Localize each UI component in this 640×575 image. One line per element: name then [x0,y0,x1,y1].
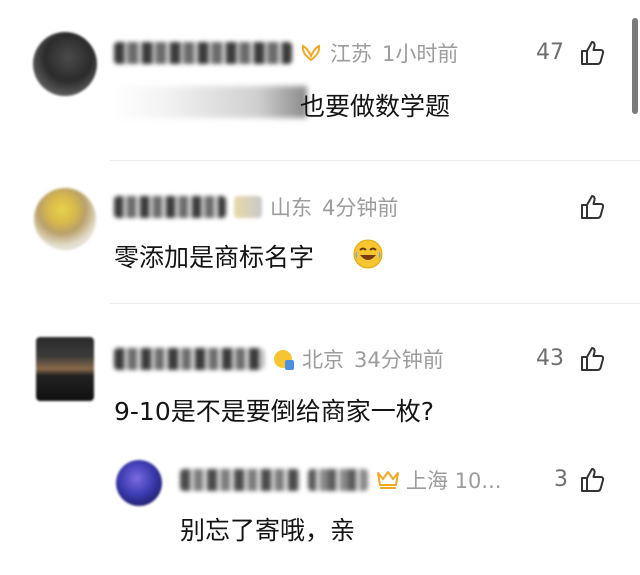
comment-item: 山东 4分钟前 零添加是商标名字 [0,160,640,303]
reply-location: 上海 10... [406,469,502,493]
blurred-username[interactable] [114,348,264,370]
comment-time: 1小时前 [382,42,459,66]
comment-location: 江苏 [330,42,372,66]
comment-item: 北京 34分钟前 43 9-10是不是要倒给商家一枚? 上海 10... 3 别… [0,303,640,575]
reply-item: 上海 10... 3 别忘了寄哦，亲 [0,448,640,575]
blurred-username-extra [308,469,368,491]
comment-meta: 山东 4分钟前 [114,191,398,223]
like-count: 47 [536,40,564,65]
avatar[interactable] [116,460,162,506]
comment-time: 4分钟前 [322,196,399,220]
comment-text: 也要做数学题 [300,92,451,121]
comment-location: 山东 [270,196,312,220]
thumbs-up-icon[interactable] [578,193,606,221]
vip-wings-icon [300,42,322,64]
comment-time: 34分钟前 [354,348,444,372]
scrollbar[interactable] [632,18,638,114]
blurred-username[interactable] [180,469,300,491]
blurred-username[interactable] [114,196,226,218]
comment-text: 零添加是商标名字 [114,243,315,272]
blurred-text-prefix [112,86,307,118]
avatar[interactable] [34,188,96,250]
fan-badge-icon [272,348,294,370]
comment-location: 北京 [302,348,344,372]
reply-meta: 上海 10... [180,464,511,496]
avatar[interactable] [33,32,97,96]
comment-meta: 北京 34分钟前 [114,343,444,375]
like-count: 3 [554,467,568,492]
comment-item: 江苏 1小时前 47 也要做数学题 [0,0,640,160]
thumbs-up-icon[interactable] [578,345,606,373]
crown-badge-icon [376,469,399,491]
user-badge-icon [234,196,262,218]
thumbs-up-icon[interactable] [578,39,606,67]
avatar[interactable] [36,337,94,401]
thumbs-up-icon[interactable] [578,466,606,494]
laughing-crying-emoji-icon [352,238,384,270]
blurred-username[interactable] [114,42,292,64]
like-count: 43 [536,346,564,371]
reply-text: 别忘了寄哦，亲 [180,516,356,545]
comment-text: 9-10是不是要倒给商家一枚? [114,397,435,426]
comment-meta: 江苏 1小时前 [114,37,458,69]
